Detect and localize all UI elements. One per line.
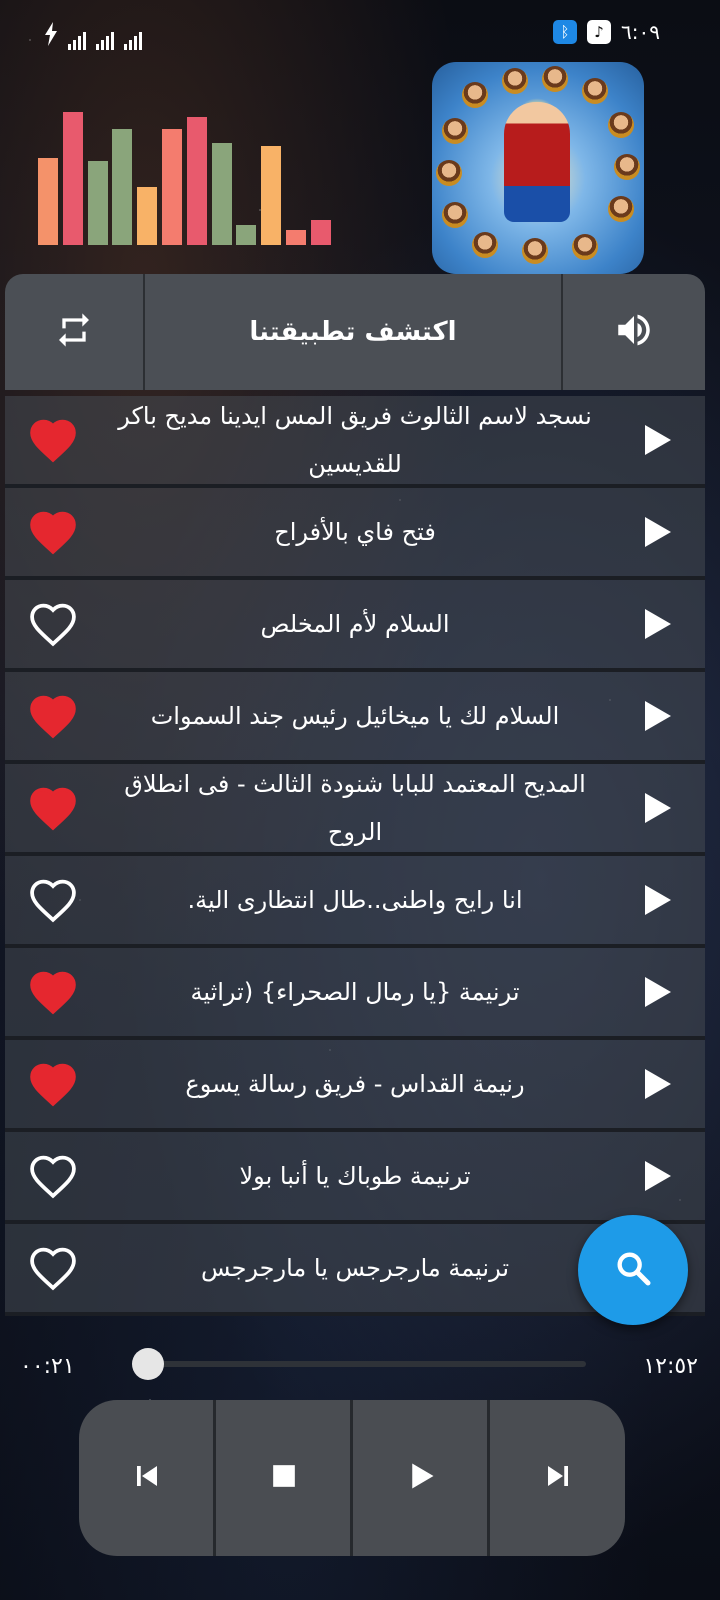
- equalizer-bar: [286, 230, 306, 245]
- song-title: رنيمة القداس - فريق رسالة يسوع: [185, 1070, 525, 1098]
- status-bar: ᛒ ♪ ٦:٠٩: [0, 18, 720, 54]
- header-bar: اكتشف تطبيقتنا: [5, 274, 705, 390]
- saint-icon: [442, 202, 468, 228]
- song-title: السلام لك يا ميخائيل رئيس جند السموات: [150, 702, 560, 730]
- saint-icon: [502, 68, 528, 94]
- equalizer-bar: [112, 129, 133, 245]
- equalizer-visualizer: [38, 100, 338, 245]
- saint-icon: [522, 238, 548, 264]
- song-title: ترنيمة طوباك يا أنبا بولا: [239, 1162, 471, 1190]
- song-row[interactable]: ترنيمة طوباك يا أنبا بولا: [5, 1132, 705, 1224]
- equalizer-bar: [87, 161, 108, 245]
- song-title: السلام لأم المخلص: [260, 610, 450, 638]
- play-icon[interactable]: [645, 701, 671, 731]
- saint-icon: [614, 154, 640, 180]
- heart-filled-icon[interactable]: [27, 509, 79, 555]
- bluetooth-icon: ᛒ: [553, 20, 578, 44]
- saint-icon: [542, 66, 568, 92]
- saint-icon: [472, 232, 498, 258]
- status-left-icons: [44, 22, 142, 50]
- equalizer-bar: [62, 112, 83, 245]
- song-row[interactable]: ترنيمة {يا رمال الصحراء} (تراثية: [5, 948, 705, 1040]
- equalizer-bar: [186, 117, 207, 245]
- equalizer-bar: [162, 129, 182, 245]
- playback-controls: [79, 1400, 625, 1556]
- song-row[interactable]: فتح فاي بالأفراح: [5, 488, 705, 580]
- stop-button[interactable]: [216, 1400, 351, 1556]
- heart-filled-icon[interactable]: [27, 1061, 79, 1107]
- song-title: ترنيمة مارجرجس يا مارجرجس: [201, 1254, 510, 1282]
- signal-icon: [68, 28, 86, 50]
- volume-button[interactable]: [563, 274, 705, 390]
- play-icon[interactable]: [645, 793, 671, 823]
- play-icon[interactable]: [645, 885, 671, 915]
- saint-icon: [442, 118, 468, 144]
- header-title: اكتشف تطبيقتنا: [249, 317, 457, 347]
- song-row[interactable]: رنيمة القداس - فريق رسالة يسوع: [5, 1040, 705, 1132]
- equalizer-bar: [310, 220, 331, 245]
- jesus-figure: [504, 102, 570, 222]
- repeat-button[interactable]: [5, 274, 143, 390]
- play-icon[interactable]: [645, 609, 671, 639]
- song-title: ترنيمة {يا رمال الصحراء} (تراثية: [190, 978, 520, 1006]
- equalizer-bar: [236, 225, 257, 245]
- equalizer-bar: [261, 146, 282, 245]
- play-icon[interactable]: [645, 425, 671, 455]
- search-icon: [613, 1248, 653, 1292]
- song-row[interactable]: السلام لك يا ميخائيل رئيس جند السموات: [5, 672, 705, 764]
- heart-outline-icon[interactable]: [27, 1153, 79, 1199]
- song-title: نسجد لاسم الثالوث فريق المس ايدينا مديح …: [118, 402, 592, 478]
- heart-filled-icon[interactable]: [27, 785, 79, 831]
- status-clock: ٦:٠٩: [621, 20, 660, 44]
- saint-icon: [436, 160, 462, 186]
- next-icon: [543, 1461, 573, 1495]
- saint-icon: [582, 78, 608, 104]
- saint-icon: [462, 82, 488, 108]
- status-right-icons: ᛒ ♪ ٦:٠٩: [553, 20, 660, 44]
- heart-filled-icon[interactable]: [27, 693, 79, 739]
- song-title: انا رايح واطنى..طال انتظارى الية.: [187, 886, 523, 914]
- previous-button[interactable]: [79, 1400, 214, 1556]
- play-icon[interactable]: [645, 977, 671, 1007]
- saint-icon: [608, 112, 634, 138]
- music-icon: ♪: [587, 20, 612, 44]
- charging-bolt-icon: [44, 22, 58, 50]
- song-list: نسجد لاسم الثالوث فريق المس ايدينا مديح …: [5, 396, 705, 1316]
- search-button[interactable]: [578, 1215, 688, 1325]
- song-title: فتح فاي بالأفراح: [274, 518, 436, 546]
- seek-bar[interactable]: [134, 1361, 586, 1367]
- saint-icon: [572, 234, 598, 260]
- equalizer-bar: [211, 143, 232, 245]
- play-icon: [406, 1461, 436, 1495]
- saint-icon: [608, 196, 634, 222]
- signal-icon: [124, 28, 142, 50]
- song-row[interactable]: المديح المعتمد للبابا شنودة الثالث - فى …: [5, 764, 705, 856]
- heart-outline-icon[interactable]: [27, 877, 79, 923]
- total-duration: ١٢:٥٢: [643, 1354, 698, 1379]
- discover-apps-button[interactable]: اكتشف تطبيقتنا: [145, 274, 561, 390]
- heart-filled-icon[interactable]: [27, 417, 79, 463]
- song-title: المديح المعتمد للبابا شنودة الثالث - فى …: [124, 770, 586, 846]
- signal-icon: [96, 28, 114, 50]
- song-row[interactable]: نسجد لاسم الثالوث فريق المس ايدينا مديح …: [5, 396, 705, 488]
- play-icon[interactable]: [645, 517, 671, 547]
- seek-knob[interactable]: [131, 1348, 164, 1380]
- heart-outline-icon[interactable]: [27, 601, 79, 647]
- song-row[interactable]: السلام لأم المخلص: [5, 580, 705, 672]
- heart-outline-icon[interactable]: [27, 1245, 79, 1291]
- repeat-icon: [54, 310, 94, 354]
- stop-icon: [271, 1463, 297, 1493]
- volume-icon: [613, 309, 655, 355]
- heart-filled-icon[interactable]: [27, 969, 79, 1015]
- previous-icon: [132, 1461, 162, 1495]
- album-art[interactable]: [432, 62, 644, 274]
- song-row[interactable]: انا رايح واطنى..طال انتظارى الية.: [5, 856, 705, 948]
- equalizer-bar: [38, 158, 58, 245]
- elapsed-time: ٠٠:٢١: [20, 1354, 75, 1379]
- play-button[interactable]: [353, 1400, 488, 1556]
- next-button[interactable]: [490, 1400, 625, 1556]
- equalizer-bar: [137, 187, 158, 245]
- play-icon[interactable]: [645, 1069, 671, 1099]
- play-icon[interactable]: [645, 1161, 671, 1191]
